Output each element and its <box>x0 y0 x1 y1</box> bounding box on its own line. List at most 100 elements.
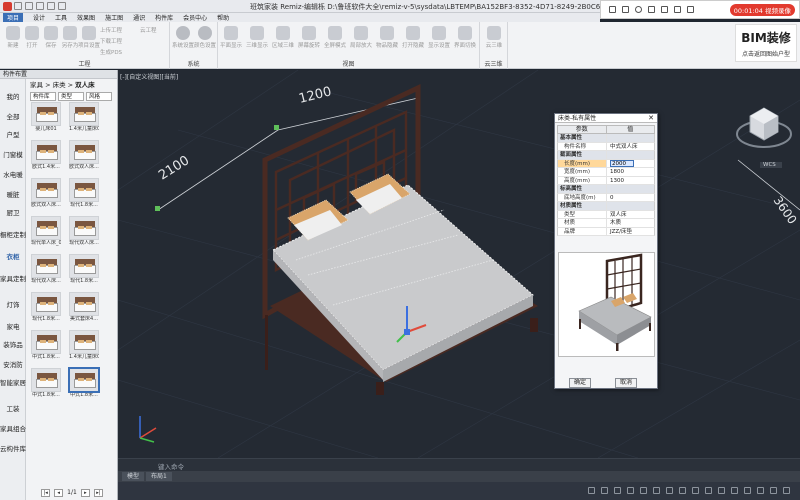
property-value[interactable]: 木质 <box>606 219 654 227</box>
eraser-icon[interactable] <box>687 6 694 13</box>
ribbon-button[interactable]: 三维显示 <box>246 26 268 49</box>
status-toggle-icon[interactable] <box>614 487 621 494</box>
status-toggle-icon[interactable] <box>783 487 790 494</box>
category-item[interactable]: 水电暖 <box>0 171 26 179</box>
open-icon[interactable] <box>25 2 33 10</box>
style-filter-select[interactable]: 风格 <box>86 92 112 101</box>
property-value[interactable]: JZZ/床垫 <box>606 227 654 235</box>
wcs-badge[interactable]: WCS <box>760 162 782 168</box>
library-filter-select[interactable]: 构件库 <box>30 92 56 101</box>
status-toggle-icon[interactable] <box>640 487 647 494</box>
component-thumbnail[interactable]: 现代1.8米... <box>69 178 99 209</box>
ribbon-button[interactable]: 颜色设置 <box>194 26 216 49</box>
category-item[interactable]: 智能家居 <box>0 379 26 387</box>
component-thumbnail[interactable]: 现代1.8米... <box>31 292 61 323</box>
cancel-button[interactable]: 取消 <box>615 378 637 388</box>
ribbon-small-button[interactable]: 下载工程 <box>100 37 122 48</box>
menu-item[interactable]: 设计 <box>33 13 45 22</box>
arrow-icon[interactable] <box>648 6 655 13</box>
viewcube[interactable]: WCS <box>734 100 794 168</box>
ribbon-button[interactable]: 全屏模式 <box>324 26 346 49</box>
ribbon-button[interactable]: 系统设置 <box>172 26 194 49</box>
component-thumbnail[interactable]: 欧式双人床... <box>31 178 61 209</box>
category-item[interactable]: 暖脏 <box>0 191 26 199</box>
category-item[interactable]: 装饰品 <box>0 341 26 349</box>
property-value[interactable]: 双人床 <box>606 210 654 218</box>
status-toggle-icon[interactable] <box>601 487 608 494</box>
breadcrumb-path[interactable]: 家具 > 床类 > <box>30 81 75 89</box>
component-thumbnail[interactable]: 中式1.8米... <box>69 368 99 399</box>
component-thumbnail[interactable]: 现代1.8米... <box>69 254 99 285</box>
property-value[interactable]: 1800 <box>606 168 654 176</box>
3d-viewport[interactable]: [-][自定义视图][当前] 1200 2100 3600 WCS <box>118 70 800 458</box>
ribbon-button[interactable]: 屏幕旋转 <box>298 26 320 49</box>
component-thumbnail[interactable]: 中式1.8米... <box>31 368 61 399</box>
category-item[interactable]: 橱柜定制 <box>0 231 26 239</box>
status-toggle-icon[interactable] <box>627 487 634 494</box>
component-thumbnail[interactable]: 现代单人床_01 <box>31 216 61 247</box>
circle-icon[interactable] <box>635 6 642 13</box>
category-item[interactable]: 灯饰 <box>0 301 26 309</box>
dialog-title-bar[interactable]: 床类-私有属性 ✕ <box>555 114 657 123</box>
length-input[interactable] <box>610 160 634 167</box>
property-row[interactable]: 材质 木质 <box>557 219 655 228</box>
component-thumbnail[interactable]: 婴儿床01 <box>31 102 61 133</box>
component-thumbnail[interactable]: 现代双人床... <box>31 254 61 285</box>
ribbon-button[interactable]: 项目设置 <box>78 26 100 49</box>
menu-item[interactable]: 构件库 <box>155 13 173 22</box>
highlighter-icon[interactable] <box>674 6 681 13</box>
menu-item[interactable]: 施工图 <box>105 13 123 22</box>
category-item[interactable]: 云构件库 <box>0 445 26 453</box>
first-page-button[interactable]: |◂ <box>41 488 51 497</box>
property-row[interactable]: 长度(mm) <box>557 159 655 168</box>
category-item[interactable]: 家电 <box>0 323 26 331</box>
undo-icon[interactable] <box>47 2 55 10</box>
ribbon-button[interactable]: 显示设置 <box>428 26 450 49</box>
ribbon-button[interactable]: 局部放大 <box>350 26 372 49</box>
category-item[interactable]: 工装 <box>0 405 26 413</box>
status-toggle-icon[interactable] <box>588 487 595 494</box>
component-thumbnail[interactable]: 欧式双人床... <box>69 140 99 171</box>
ribbon-button[interactable]: 区域三维 <box>272 26 294 49</box>
component-thumbnail[interactable]: 1.4米儿童床01 <box>69 330 99 361</box>
status-toggle-icon[interactable] <box>705 487 712 494</box>
redo-icon[interactable] <box>58 2 66 10</box>
ribbon-button[interactable]: 物品隐藏 <box>376 26 398 49</box>
property-row[interactable]: 品牌 JZZ/床垫 <box>557 227 655 236</box>
category-item[interactable]: 家具定制 <box>0 275 26 283</box>
next-page-button[interactable]: ▸ <box>80 488 90 497</box>
menu-item[interactable]: 通识 <box>133 13 145 22</box>
category-item[interactable]: 家具组合 <box>0 425 26 433</box>
property-row[interactable]: 构件名称 中式双人床 <box>557 142 655 151</box>
close-icon[interactable]: ✕ <box>648 114 654 123</box>
component-thumbnail[interactable]: 中式1.8米... <box>31 330 61 361</box>
command-prompt[interactable]: 键入命令 <box>158 461 184 471</box>
command-line[interactable]: 键入命令 <box>118 458 800 471</box>
property-row[interactable]: 类型 双人床 <box>557 210 655 219</box>
ok-button[interactable]: 确定 <box>569 378 591 388</box>
status-toggle-icon[interactable] <box>692 487 699 494</box>
property-row[interactable]: 高度(mm) 1300 <box>557 176 655 185</box>
property-row[interactable]: 底地高度(m) 0 <box>557 193 655 202</box>
property-row[interactable]: 宽度(mm) 1800 <box>557 168 655 177</box>
category-item[interactable]: 安消防 <box>0 361 26 369</box>
component-thumbnail[interactable]: 欧式1.4米... <box>31 140 61 171</box>
category-item[interactable]: 我的 <box>0 93 26 101</box>
component-thumbnail[interactable]: 1.4米儿童床01 <box>69 102 99 133</box>
category-item[interactable]: 衣柜 <box>0 253 26 261</box>
property-value[interactable] <box>606 159 654 167</box>
bed-model[interactable] <box>262 84 538 395</box>
menu-item[interactable]: 会员中心 <box>183 13 207 22</box>
status-toggle-icon[interactable] <box>666 487 673 494</box>
dim-grip[interactable] <box>274 125 279 130</box>
status-toggle-icon[interactable] <box>770 487 777 494</box>
ribbon-button[interactable]: 打开隐藏 <box>402 26 424 49</box>
ribbon-button[interactable]: 界面切换 <box>454 26 476 49</box>
property-value[interactable]: 中式双人床 <box>606 142 654 150</box>
category-item[interactable]: 全部 <box>0 113 26 121</box>
property-value[interactable]: 0 <box>606 193 654 201</box>
rect-icon[interactable] <box>622 6 629 13</box>
category-item[interactable]: 门窗模 <box>0 151 26 159</box>
ribbon-small-button[interactable]: 上传工程 <box>100 26 122 37</box>
prev-page-button[interactable]: ◂ <box>54 488 64 497</box>
